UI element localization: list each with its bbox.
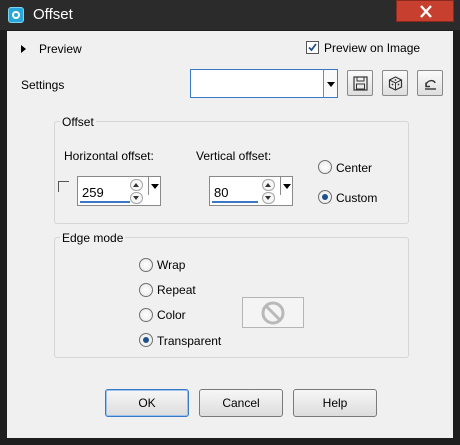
wrap-label: Wrap [157, 258, 186, 272]
field-underline [80, 201, 130, 203]
expand-arrow-icon[interactable] [21, 45, 26, 53]
decrement-icon[interactable] [130, 192, 143, 204]
increment-icon[interactable] [262, 179, 275, 191]
chevron-down-icon[interactable] [323, 70, 337, 97]
custom-radio[interactable] [318, 190, 332, 204]
increment-icon[interactable] [130, 179, 143, 191]
checkmark-icon [308, 43, 317, 52]
no-color-icon [261, 301, 285, 325]
transparent-radio[interactable] [139, 333, 153, 347]
close-button[interactable] [396, 0, 454, 22]
center-radio[interactable] [318, 160, 332, 174]
reset-button[interactable] [417, 70, 443, 96]
wrap-radio[interactable] [139, 258, 153, 272]
vertical-offset-label: Vertical offset: [196, 149, 272, 163]
link-offsets-checkbox[interactable] [58, 181, 69, 192]
custom-label: Custom [336, 191, 378, 205]
color-label: Color [157, 308, 186, 322]
chevron-down-icon[interactable] [148, 177, 160, 195]
app-icon [8, 7, 24, 23]
save-preset-icon [353, 76, 368, 91]
offset-group-title: Offset [60, 115, 96, 129]
horizontal-offset-value[interactable]: 259 [82, 185, 104, 200]
dialog-body: Preview Preview on Image Settings Offset… [7, 31, 453, 438]
horizontal-offset-label: Horizontal offset: [64, 149, 154, 163]
repeat-label: Repeat [157, 283, 196, 297]
randomize-icon [388, 76, 403, 91]
ok-button[interactable]: OK [105, 389, 189, 417]
title-bar[interactable]: Offset [0, 0, 460, 30]
preview-on-image-checkbox[interactable] [306, 41, 319, 54]
vertical-offset-value[interactable]: 80 [214, 185, 228, 200]
edge-mode-group-title: Edge mode [60, 231, 126, 245]
close-icon [420, 5, 432, 18]
reset-icon [425, 79, 436, 90]
randomize-button[interactable] [382, 70, 408, 96]
chevron-down-icon[interactable] [280, 177, 292, 195]
save-preset-button[interactable] [347, 70, 373, 96]
preview-label: Preview [39, 42, 82, 56]
preview-on-image-label: Preview on Image [324, 41, 421, 55]
edge-mode-group [54, 237, 409, 358]
dialog-window: Offset Preview Preview on Image Settings [0, 0, 460, 445]
horizontal-offset-field[interactable]: 259 [77, 176, 161, 206]
center-label: Center [336, 161, 373, 175]
window-title: Offset [33, 6, 73, 23]
edge-color-swatch[interactable] [242, 297, 304, 328]
field-underline [212, 201, 258, 203]
settings-label: Settings [21, 78, 65, 92]
decrement-icon[interactable] [262, 192, 275, 204]
settings-dropdown[interactable] [190, 69, 338, 98]
vertical-offset-field[interactable]: 80 [209, 176, 293, 206]
repeat-radio[interactable] [139, 283, 153, 297]
help-button[interactable]: Help [293, 389, 377, 417]
transparent-label: Transparent [157, 334, 222, 348]
color-radio[interactable] [139, 308, 153, 322]
cancel-button[interactable]: Cancel [199, 389, 283, 417]
